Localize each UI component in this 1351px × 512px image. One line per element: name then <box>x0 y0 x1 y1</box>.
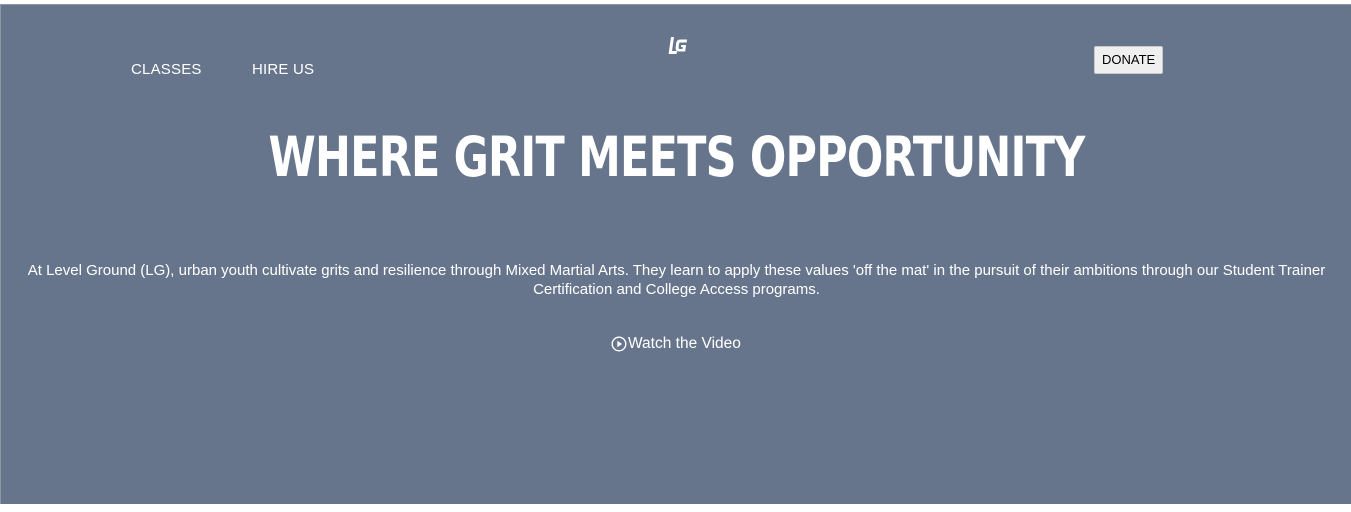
nav-link-classes[interactable]: CLASSES <box>131 61 202 78</box>
logo[interactable] <box>666 34 690 58</box>
watch-video-link[interactable]: Watch the Video <box>611 335 741 353</box>
hero-description: At Level Ground (LG), urban youth cultiv… <box>27 262 1326 298</box>
lg-logo-icon <box>668 37 687 54</box>
play-circle-icon <box>611 336 627 352</box>
watch-video-label: Watch the Video <box>628 335 741 352</box>
hero-headline: WHERE GRIT MEETS OPPORTUNITY <box>268 125 1085 189</box>
hero-section: CLASSES HIRE US DONATE WHERE GRIT MEETS … <box>0 4 1351 504</box>
donate-button[interactable]: DONATE <box>1094 46 1164 74</box>
nav-link-hire-us[interactable]: HIRE US <box>252 61 314 78</box>
